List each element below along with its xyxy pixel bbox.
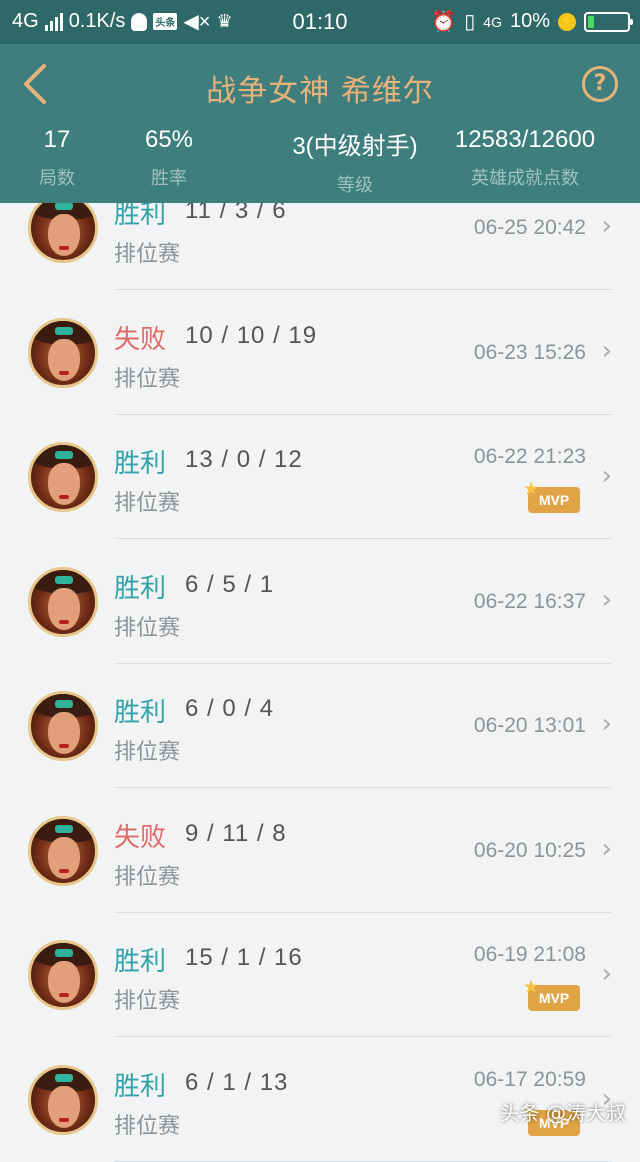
star-icon: ★ bbox=[524, 979, 539, 996]
chevron-right-icon: › bbox=[601, 834, 612, 864]
match-kda: 6 / 5 / 1 bbox=[185, 571, 275, 598]
hero-avatar bbox=[28, 442, 98, 512]
mvp-label: MVP bbox=[538, 990, 570, 1006]
stat-label: 局数 bbox=[39, 168, 75, 189]
mvp-label: MVP bbox=[538, 492, 570, 508]
row-divider bbox=[114, 538, 612, 539]
match-mode: 排位赛 bbox=[114, 616, 181, 641]
mvp-badge: ★ MVP bbox=[524, 979, 580, 1011]
match-result: 失败 bbox=[114, 823, 167, 853]
match-mode: 排位赛 bbox=[114, 989, 181, 1014]
match-result: 失败 bbox=[114, 325, 167, 355]
hero-avatar bbox=[28, 193, 98, 263]
match-mode: 排位赛 bbox=[114, 740, 181, 765]
match-kda: 9 / 11 / 8 bbox=[185, 820, 287, 847]
match-kda: 15 / 1 / 16 bbox=[185, 944, 303, 971]
match-time: 06-22 16:37 bbox=[473, 590, 586, 613]
chevron-right-icon: › bbox=[601, 336, 612, 366]
match-result: 胜利 bbox=[114, 698, 167, 728]
match-row[interactable]: 失败 10 / 10 / 19 排位赛 06-23 15:26 › bbox=[0, 291, 640, 415]
help-button[interactable]: ? bbox=[582, 66, 618, 102]
hero-avatar bbox=[28, 691, 98, 761]
match-row[interactable]: 胜利 15 / 1 / 16 排位赛 06-19 21:08 › ★ MVP bbox=[0, 913, 640, 1037]
hero-avatar bbox=[28, 1065, 98, 1135]
stat-level: 3(中级射手) 等级 bbox=[270, 126, 440, 197]
match-mode: 排位赛 bbox=[114, 367, 181, 392]
stat-label: 英雄成就点数 bbox=[471, 168, 579, 189]
match-time: 06-23 15:26 bbox=[473, 341, 586, 364]
stat-label: 等级 bbox=[337, 175, 373, 196]
chevron-right-icon: › bbox=[601, 959, 612, 989]
stat-games: 17 局数 bbox=[20, 126, 94, 190]
stat-value: 3(中级射手) bbox=[292, 133, 418, 160]
match-result: 胜利 bbox=[114, 449, 167, 479]
stat-value: 17 bbox=[43, 126, 71, 153]
hero-avatar bbox=[28, 567, 98, 637]
hero-avatar bbox=[28, 318, 98, 388]
hero-avatar bbox=[28, 816, 98, 886]
chevron-right-icon: › bbox=[601, 709, 612, 739]
stat-label: 胜率 bbox=[151, 168, 187, 189]
mvp-badge: ★ MVP bbox=[524, 481, 580, 513]
watermark: 头条 @涛大叔 bbox=[499, 1101, 626, 1125]
row-divider bbox=[114, 289, 612, 290]
match-kda: 6 / 0 / 4 bbox=[185, 695, 275, 722]
row-divider bbox=[114, 1036, 612, 1037]
match-row[interactable]: 失败 9 / 11 / 8 排位赛 06-20 10:25 › bbox=[0, 789, 640, 913]
chevron-right-icon: › bbox=[601, 211, 612, 241]
hero-header: 战争女神 希维尔 ? 17 局数 65% 胜率 3(中级射手) 等级 12583… bbox=[0, 44, 640, 203]
match-time: 06-19 21:08 bbox=[473, 943, 586, 966]
match-mode: 排位赛 bbox=[114, 242, 181, 267]
match-kda: 10 / 10 / 19 bbox=[185, 322, 318, 349]
match-row[interactable]: 胜利 6 / 0 / 4 排位赛 06-20 13:01 › bbox=[0, 664, 640, 788]
match-time: 06-20 10:25 bbox=[473, 839, 586, 862]
match-mode: 排位赛 bbox=[114, 1114, 181, 1139]
stat-achievement: 12583/12600 英雄成就点数 bbox=[440, 126, 610, 190]
stat-value: 65% bbox=[144, 126, 194, 153]
match-kda: 6 / 1 / 13 bbox=[185, 1069, 289, 1096]
match-result: 胜利 bbox=[114, 1072, 167, 1102]
stat-winrate: 65% 胜率 bbox=[124, 126, 214, 190]
chevron-right-icon: › bbox=[601, 585, 612, 615]
stat-value: 12583/12600 bbox=[454, 126, 596, 153]
chevron-right-icon: › bbox=[601, 461, 612, 491]
match-mode: 排位赛 bbox=[114, 491, 181, 516]
match-result: 胜利 bbox=[114, 574, 167, 604]
match-time: 06-25 20:42 bbox=[473, 216, 586, 239]
match-time: 06-22 21:23 bbox=[473, 445, 586, 468]
match-time: 06-17 20:59 bbox=[473, 1068, 586, 1091]
match-row[interactable]: 胜利 13 / 0 / 12 排位赛 06-22 21:23 › ★ MVP bbox=[0, 415, 640, 539]
match-row[interactable]: 胜利 6 / 5 / 1 排位赛 06-22 16:37 › bbox=[0, 540, 640, 664]
match-result: 胜利 bbox=[114, 947, 167, 977]
star-icon: ★ bbox=[524, 481, 539, 498]
match-kda: 13 / 0 / 12 bbox=[185, 446, 303, 473]
hero-avatar bbox=[28, 940, 98, 1010]
match-mode: 排位赛 bbox=[114, 865, 181, 890]
page-title: 战争女神 希维尔 bbox=[206, 74, 434, 109]
row-divider bbox=[114, 787, 612, 788]
match-time: 06-20 13:01 bbox=[473, 714, 586, 737]
